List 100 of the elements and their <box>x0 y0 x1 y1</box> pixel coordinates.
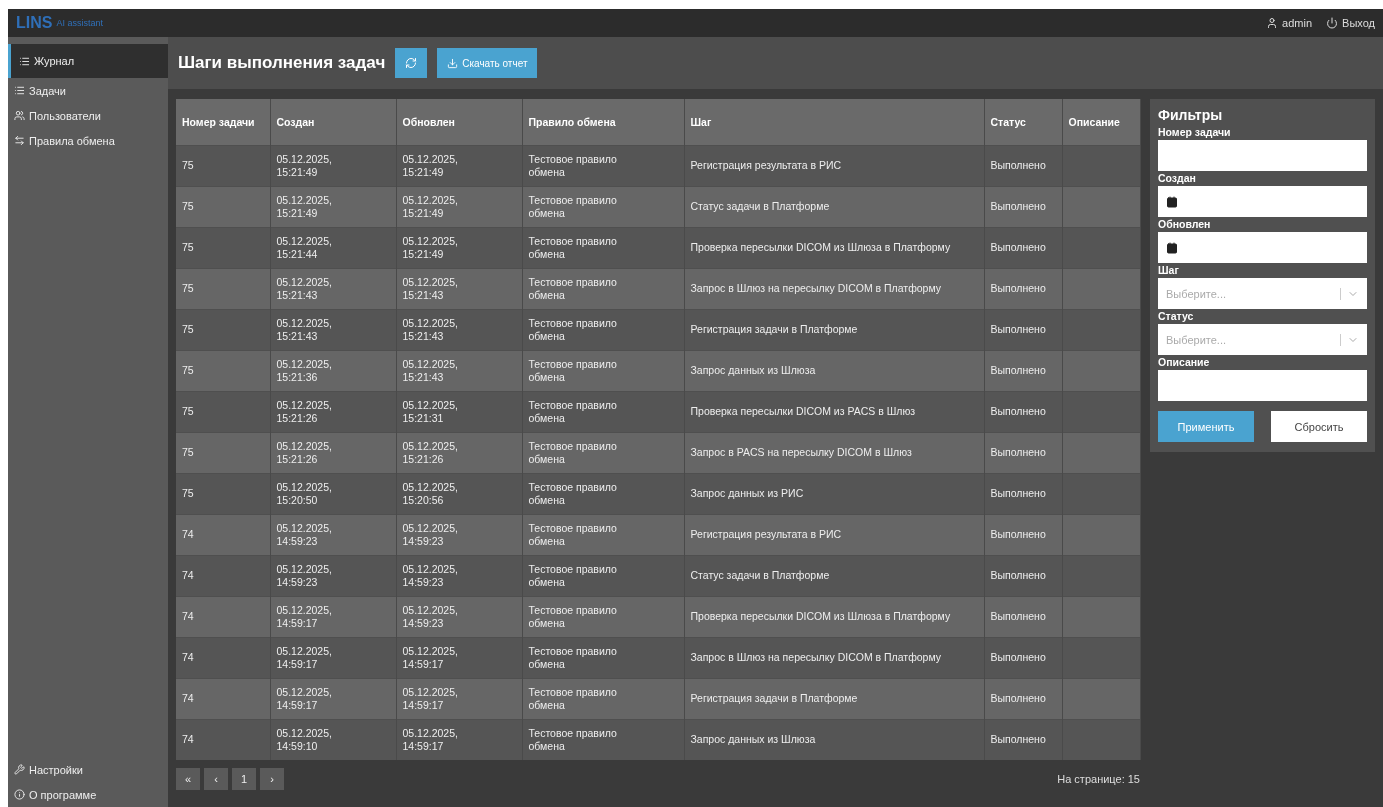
table-cell: Тестовое правило обмена <box>522 309 684 350</box>
table-cell: 74 <box>176 719 270 760</box>
logo: LINS <box>16 14 53 32</box>
input-field[interactable] <box>1158 140 1367 171</box>
table-cell: Тестовое правило обмена <box>522 637 684 678</box>
table-cell: Проверка пересылки DICOM из PACS в Шлюз <box>684 391 984 432</box>
table-cell: 75 <box>176 350 270 391</box>
field-label: Шаг <box>1158 264 1180 276</box>
table-cell: 05.12.2025, 15:21:26 <box>396 432 522 473</box>
table-cell: Статус задачи в Платформе <box>684 186 984 227</box>
page-button[interactable]: « <box>176 768 200 790</box>
table-cell: Выполнено <box>984 596 1062 637</box>
table-cell: Статус задачи в Платформе <box>684 555 984 596</box>
table-cell: 05.12.2025, 15:21:49 <box>396 145 522 186</box>
table-cell: Выполнено <box>984 309 1062 350</box>
table-cell: 05.12.2025, 14:59:17 <box>396 719 522 760</box>
table-cell: 75 <box>176 391 270 432</box>
table-cell: Тестовое правило обмена <box>522 227 684 268</box>
logo-subtitle: AI assistant <box>56 18 103 28</box>
sidebar-item[interactable]: Задачи <box>8 78 168 103</box>
table-cell: Регистрация задачи в Платформе <box>684 309 984 350</box>
date-field[interactable] <box>1158 186 1367 217</box>
table-cell: Тестовое правило обмена <box>522 473 684 514</box>
field-label: Описание <box>1158 356 1211 368</box>
column-header[interactable]: Правило обмена <box>522 99 684 145</box>
table-cell: Регистрация результата в РИС <box>684 145 984 186</box>
table-cell: 05.12.2025, 14:59:23 <box>396 596 522 637</box>
table-cell: Запрос в Шлюз на пересылку DICOM в Платформу <box>684 268 984 309</box>
page-button[interactable]: 1 <box>232 768 256 790</box>
table-cell: Запрос данных из Шлюза <box>684 350 984 391</box>
table-cell: 05.12.2025, 15:21:26 <box>270 432 396 473</box>
sidebar-item[interactable]: Настройки <box>8 757 168 782</box>
table-cell: Тестовое правило обмена <box>522 145 684 186</box>
logout-link[interactable]: Выход <box>1326 17 1375 29</box>
table-cell: 75 <box>176 227 270 268</box>
page-button[interactable]: ‹ <box>204 768 228 790</box>
table-cell: Тестовое правило обмена <box>522 596 684 637</box>
table-cell: 74 <box>176 596 270 637</box>
table-cell: 05.12.2025, 15:21:43 <box>396 268 522 309</box>
input-field[interactable] <box>1158 370 1367 401</box>
table-cell: Выполнено <box>984 555 1062 596</box>
users-icon <box>14 110 25 121</box>
table-cell: 05.12.2025, 14:59:17 <box>396 637 522 678</box>
table-cell: 75 <box>176 268 270 309</box>
table-cell: Запрос в PACS на пересылку DICOM в Шлюз <box>684 432 984 473</box>
user-link[interactable]: admin <box>1266 17 1313 29</box>
sidebar-item[interactable]: Правила обмена <box>8 128 168 153</box>
table-cell: 05.12.2025, 14:59:23 <box>270 555 396 596</box>
table-cell: Выполнено <box>984 432 1062 473</box>
sidebar-item[interactable]: Пользователи <box>8 103 168 128</box>
table-cell: 05.12.2025, 15:20:56 <box>396 473 522 514</box>
table-cell: 05.12.2025, 14:59:10 <box>270 719 396 760</box>
table-cell: 05.12.2025, 15:21:43 <box>396 309 522 350</box>
date-field[interactable] <box>1158 232 1367 263</box>
reset-button[interactable]: Сбросить <box>1271 411 1367 442</box>
arrows-icon <box>14 135 25 146</box>
table-cell: 05.12.2025, 14:59:17 <box>270 678 396 719</box>
table-cell: 05.12.2025, 15:21:43 <box>270 309 396 350</box>
column-header[interactable]: Описание <box>1062 99 1140 145</box>
table-cell: Выполнено <box>984 719 1062 760</box>
table-cell: 05.12.2025, 15:21:49 <box>270 145 396 186</box>
table-cell: 74 <box>176 555 270 596</box>
table-cell: Регистрация результата в РИС <box>684 514 984 555</box>
page-button[interactable]: › <box>260 768 284 790</box>
table-cell: Тестовое правило обмена <box>522 678 684 719</box>
refresh-button[interactable] <box>395 48 428 78</box>
table-cell: 05.12.2025, 15:21:43 <box>270 268 396 309</box>
table-cell: 05.12.2025, 14:59:17 <box>270 596 396 637</box>
table-cell: 05.12.2025, 15:21:49 <box>396 227 522 268</box>
column-header[interactable]: Создан <box>270 99 396 145</box>
table-cell: Выполнено <box>984 186 1062 227</box>
table-cell: 05.12.2025, 15:21:49 <box>396 186 522 227</box>
field-label: Статус <box>1158 310 1195 322</box>
table-cell: 05.12.2025, 15:21:36 <box>270 350 396 391</box>
table-cell: 75 <box>176 186 270 227</box>
table-cell: 74 <box>176 514 270 555</box>
calendar-icon <box>1166 195 1178 208</box>
sidebar-item[interactable]: Журнал <box>8 44 168 78</box>
column-header[interactable]: Статус <box>984 99 1062 145</box>
download-icon <box>447 57 459 69</box>
table-cell: 74 <box>176 637 270 678</box>
table-cell: Проверка пересылки DICOM из Шлюза в Платформу <box>684 227 984 268</box>
table-cell: Тестовое правило обмена <box>522 391 684 432</box>
table-cell: 05.12.2025, 15:21:31 <box>396 391 522 432</box>
table-cell: 05.12.2025, 14:59:23 <box>270 514 396 555</box>
table-cell: Тестовое правило обмена <box>522 514 684 555</box>
filter-title: Фильтры <box>1158 107 1224 123</box>
table-cell: 75 <box>176 145 270 186</box>
table-cell: Тестовое правило обмена <box>522 432 684 473</box>
table-cell: Выполнено <box>984 268 1062 309</box>
column-header[interactable]: Шаг <box>684 99 984 145</box>
field-label: Обновлен <box>1158 218 1212 230</box>
table-cell: Регистрация задачи в Платформе <box>684 678 984 719</box>
table-cell: Выполнено <box>984 227 1062 268</box>
column-header[interactable]: Обновлен <box>396 99 522 145</box>
table-cell: Тестовое правило обмена <box>522 719 684 760</box>
column-header[interactable]: Номер задачи <box>176 99 270 145</box>
table-cell: Выполнено <box>984 637 1062 678</box>
table-cell: 75 <box>176 473 270 514</box>
sidebar-item[interactable]: О программе <box>8 782 168 807</box>
